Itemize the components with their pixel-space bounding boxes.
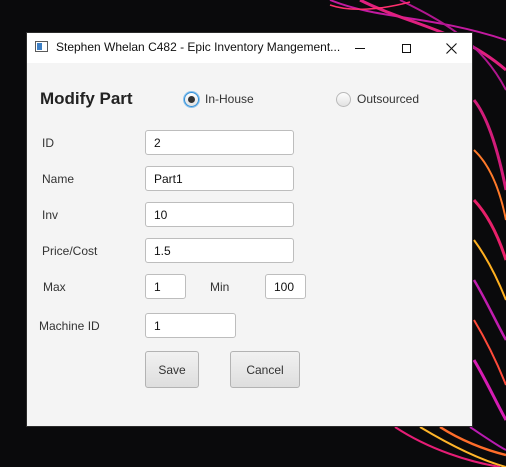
id-field[interactable]: 2	[145, 130, 294, 155]
page-title: Modify Part	[40, 89, 133, 108]
name-field[interactable]: Part1	[145, 166, 294, 191]
min-label: Min	[210, 280, 230, 294]
title-bar[interactable]: Stephen Whelan C482 - Epic Inventory Man…	[27, 33, 472, 63]
close-button[interactable]	[428, 33, 474, 63]
close-icon	[445, 42, 457, 54]
window-title: Stephen Whelan C482 - Epic Inventory Man…	[56, 40, 341, 54]
app-icon	[35, 41, 48, 52]
machine-id-field[interactable]: 1	[145, 313, 236, 338]
minimize-button[interactable]	[337, 33, 383, 63]
cancel-button[interactable]: Cancel	[230, 351, 300, 388]
outsourced-radio[interactable]	[336, 92, 351, 107]
id-label: ID	[42, 136, 54, 150]
outsourced-label[interactable]: Outsourced	[357, 92, 419, 106]
min-field[interactable]: 100	[265, 274, 306, 299]
in-house-radio[interactable]	[184, 92, 199, 107]
save-button[interactable]: Save	[145, 351, 199, 388]
machine-id-label: Machine ID	[39, 319, 100, 333]
max-field[interactable]: 1	[145, 274, 186, 299]
inv-field[interactable]: 10	[145, 202, 294, 227]
max-label: Max	[43, 280, 66, 294]
maximize-icon	[401, 43, 411, 53]
radio-selected-dot	[188, 96, 195, 103]
minimize-icon	[355, 47, 365, 49]
name-label: Name	[42, 172, 75, 186]
price-label: Price/Cost	[42, 244, 98, 258]
inv-label: Inv	[42, 208, 59, 222]
in-house-label[interactable]: In-House	[205, 92, 254, 106]
modify-part-window: Stephen Whelan C482 - Epic Inventory Man…	[26, 32, 473, 427]
price-field[interactable]: 1.5	[145, 238, 294, 263]
maximize-button[interactable]	[383, 33, 429, 63]
